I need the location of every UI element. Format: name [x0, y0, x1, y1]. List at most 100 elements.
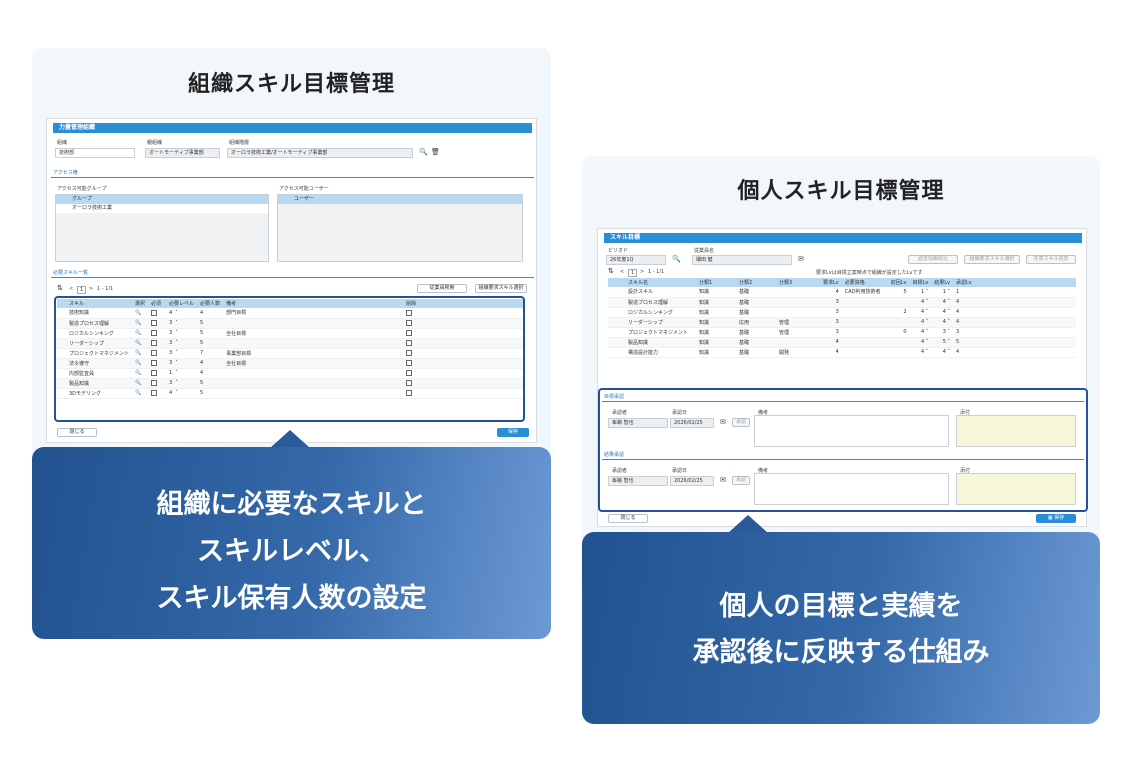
skills-section-header: 必要スキル一覧	[51, 269, 534, 278]
col-goal-level[interactable]: 目標Lv	[909, 278, 932, 287]
sort-icon[interactable]: ⇅	[57, 285, 63, 292]
window-title-bar: スキル目標	[604, 233, 1082, 243]
prev-level-cell: 0	[887, 327, 910, 338]
table-row[interactable]: 構造設計能力 知識 基礎 開発 4 4 ˅ 4 ˅ 4	[608, 347, 1076, 358]
col-class2[interactable]: 分類2	[736, 278, 776, 287]
level-notice: 要求Lvは目標立案時点で組織が設定したLvです	[816, 270, 923, 276]
add-skill-button[interactable]: 任意スキル追加	[1026, 255, 1076, 264]
save-button[interactable]: ▦ 保存	[1036, 514, 1076, 523]
qualification-cell	[841, 307, 888, 318]
qualification-cell	[841, 317, 888, 328]
col-result-level[interactable]: 結果Lv	[931, 278, 953, 287]
approved-level-cell: 3	[953, 327, 1076, 338]
class3-cell: 管理	[776, 327, 820, 338]
org-hierarchy-label: 組織階層	[229, 140, 250, 146]
prev-level-cell	[887, 347, 910, 358]
access-user-list[interactable]: ユーザー	[277, 194, 523, 262]
access-group-header: グループ	[56, 195, 268, 204]
result-level-select[interactable]: 4 ˅	[931, 307, 953, 318]
result-level-select[interactable]: 4 ˅	[931, 297, 953, 308]
class1-cell: 知識	[696, 327, 736, 338]
col-class1[interactable]: 分類1	[696, 278, 736, 287]
access-user-label: アクセス可能ユーザー	[279, 186, 329, 192]
org-field[interactable]: 技術部	[55, 148, 135, 158]
org-skill-select-button[interactable]: 組織要求スキル選択	[475, 284, 527, 293]
col-class3[interactable]: 分類3	[776, 278, 820, 287]
org-skill-card: 組織スキル目標管理 力量管理組織 組織 技術部 親組織 オートモーティブ事業部 …	[32, 48, 551, 468]
class2-cell: 基礎	[736, 337, 776, 348]
left-bubble-tail	[270, 430, 310, 448]
req-level-cell: 3	[820, 307, 842, 318]
req-level-cell: 3	[820, 327, 842, 338]
sort-icon[interactable]: ⇅	[608, 268, 614, 275]
table-row[interactable]: プロジェクトマネジメント 知識 基礎 管理 3 0 4 ˅ 3 ˅ 3	[608, 327, 1076, 338]
table-row[interactable]: ロジカルシンキング 知識 基礎 3 2 4 ˅ 4 ˅ 4	[608, 307, 1076, 318]
result-level-select[interactable]: 4 ˅	[931, 347, 953, 358]
table-header-row: スキル名 分類1 分類2 分類3 要求Lv 必要資格 前回Lv 目標Lv 結果L…	[608, 278, 1076, 287]
col-prev-level[interactable]: 前回Lv	[887, 278, 910, 287]
org-skill-select-button[interactable]: 組織要求スキル選択	[964, 255, 1020, 264]
skill-name-cell: 構造設計能力	[608, 347, 696, 358]
table-row[interactable]: 製品知識 知識 基礎 4 4 ˅ 5 ˅ 5	[608, 337, 1076, 348]
search-icon[interactable]: 🔍	[672, 256, 681, 263]
pager-prev[interactable]: <	[620, 269, 624, 275]
access-group-list[interactable]: グループ オーロラ技術工業	[55, 194, 269, 262]
skill-name-cell: 製品知識	[608, 337, 696, 348]
access-section-header: アクセス権	[51, 169, 534, 178]
col-req-level[interactable]: 要求Lv	[820, 278, 842, 287]
list-item[interactable]: オーロラ技術工業	[56, 204, 268, 213]
col-approved-level[interactable]: 承認Lv	[953, 278, 1076, 287]
goal-level-select[interactable]: 4 ˅	[909, 327, 932, 338]
goal-level-select[interactable]: 4 ˅	[909, 317, 932, 328]
mail-icon[interactable]: ✉	[798, 256, 804, 263]
req-level-cell: 4	[820, 347, 842, 358]
table-row[interactable]: 設計スキル 知識 基礎 4 CAD利用技術者 5 1 ˅ 1 ˅ 1	[608, 287, 1076, 298]
result-level-select[interactable]: 5 ˅	[931, 337, 953, 348]
skills-table-highlight	[54, 296, 525, 422]
result-level-select[interactable]: 1 ˅	[931, 287, 953, 298]
close-button[interactable]: 閉じる	[608, 514, 648, 523]
goal-level-select[interactable]: 4 ˅	[909, 337, 932, 348]
pager-next[interactable]: >	[640, 269, 644, 275]
result-level-select[interactable]: 4 ˅	[931, 317, 953, 328]
approved-level-cell: 4	[953, 307, 1076, 318]
search-icon[interactable]: 🔍	[419, 149, 428, 156]
pager-count: 1 - 1/1	[97, 286, 114, 292]
pager-page[interactable]: 1	[77, 286, 87, 294]
class1-cell: 知識	[696, 347, 736, 358]
skill-name-cell: 設計スキル	[608, 287, 696, 298]
prev-level-cell: 2	[887, 307, 910, 318]
org-label: 組織	[57, 140, 68, 146]
employee-field: 磯田 健	[692, 255, 792, 265]
col-skill-name[interactable]: スキル名	[608, 278, 696, 287]
prev-level-cell: 5	[887, 287, 910, 298]
table-row[interactable]: 製造プロセス理解 知識 基礎 3 4 ˅ 4 ˅ 4	[608, 297, 1076, 308]
req-level-cell: 3	[820, 297, 842, 308]
pager-prev[interactable]: <	[69, 286, 73, 292]
class1-cell: 知識	[696, 297, 736, 308]
save-button[interactable]: 保存	[497, 428, 529, 437]
goal-level-select[interactable]: 4 ˅	[909, 307, 932, 318]
period-field[interactable]: 26年度1Q	[606, 255, 666, 265]
org-hierarchy-field: オーロラ技術工業/オートモーティブ事業部	[227, 148, 413, 158]
import-history-button[interactable]: 過去情報取込	[908, 255, 958, 264]
qualification-cell: CAD利用技術者	[841, 287, 888, 298]
prev-level-cell	[887, 297, 910, 308]
goal-level-select[interactable]: 1 ˅	[909, 287, 932, 298]
class3-cell	[776, 337, 820, 348]
left-caption-line-3: スキル保有人数の設定	[156, 583, 427, 614]
close-button[interactable]: 閉じる	[57, 428, 97, 437]
pager-page[interactable]: 1	[628, 269, 638, 277]
left-caption-line-2: スキルレベル、	[197, 536, 386, 567]
personal-skill-card: 個人スキル目標管理 スキル目標 ピリオド 26年度1Q 🔍 従業員名 磯田 健 …	[582, 156, 1100, 556]
result-level-select[interactable]: 3 ˅	[931, 327, 953, 338]
employee-search-button[interactable]: 従業員検索	[417, 284, 467, 293]
class2-cell: 基礎	[736, 287, 776, 298]
table-row[interactable]: リーダーシップ 知識 応用 管理 3 4 ˅ 4 ˅ 4	[608, 317, 1076, 328]
goal-level-select[interactable]: 4 ˅	[909, 347, 932, 358]
prev-level-cell	[887, 317, 910, 328]
col-qualification[interactable]: 必要資格	[841, 278, 888, 287]
trash-icon[interactable]: 🗑	[431, 149, 440, 156]
goal-level-select[interactable]: 4 ˅	[909, 297, 932, 308]
pager-next[interactable]: >	[89, 286, 93, 292]
